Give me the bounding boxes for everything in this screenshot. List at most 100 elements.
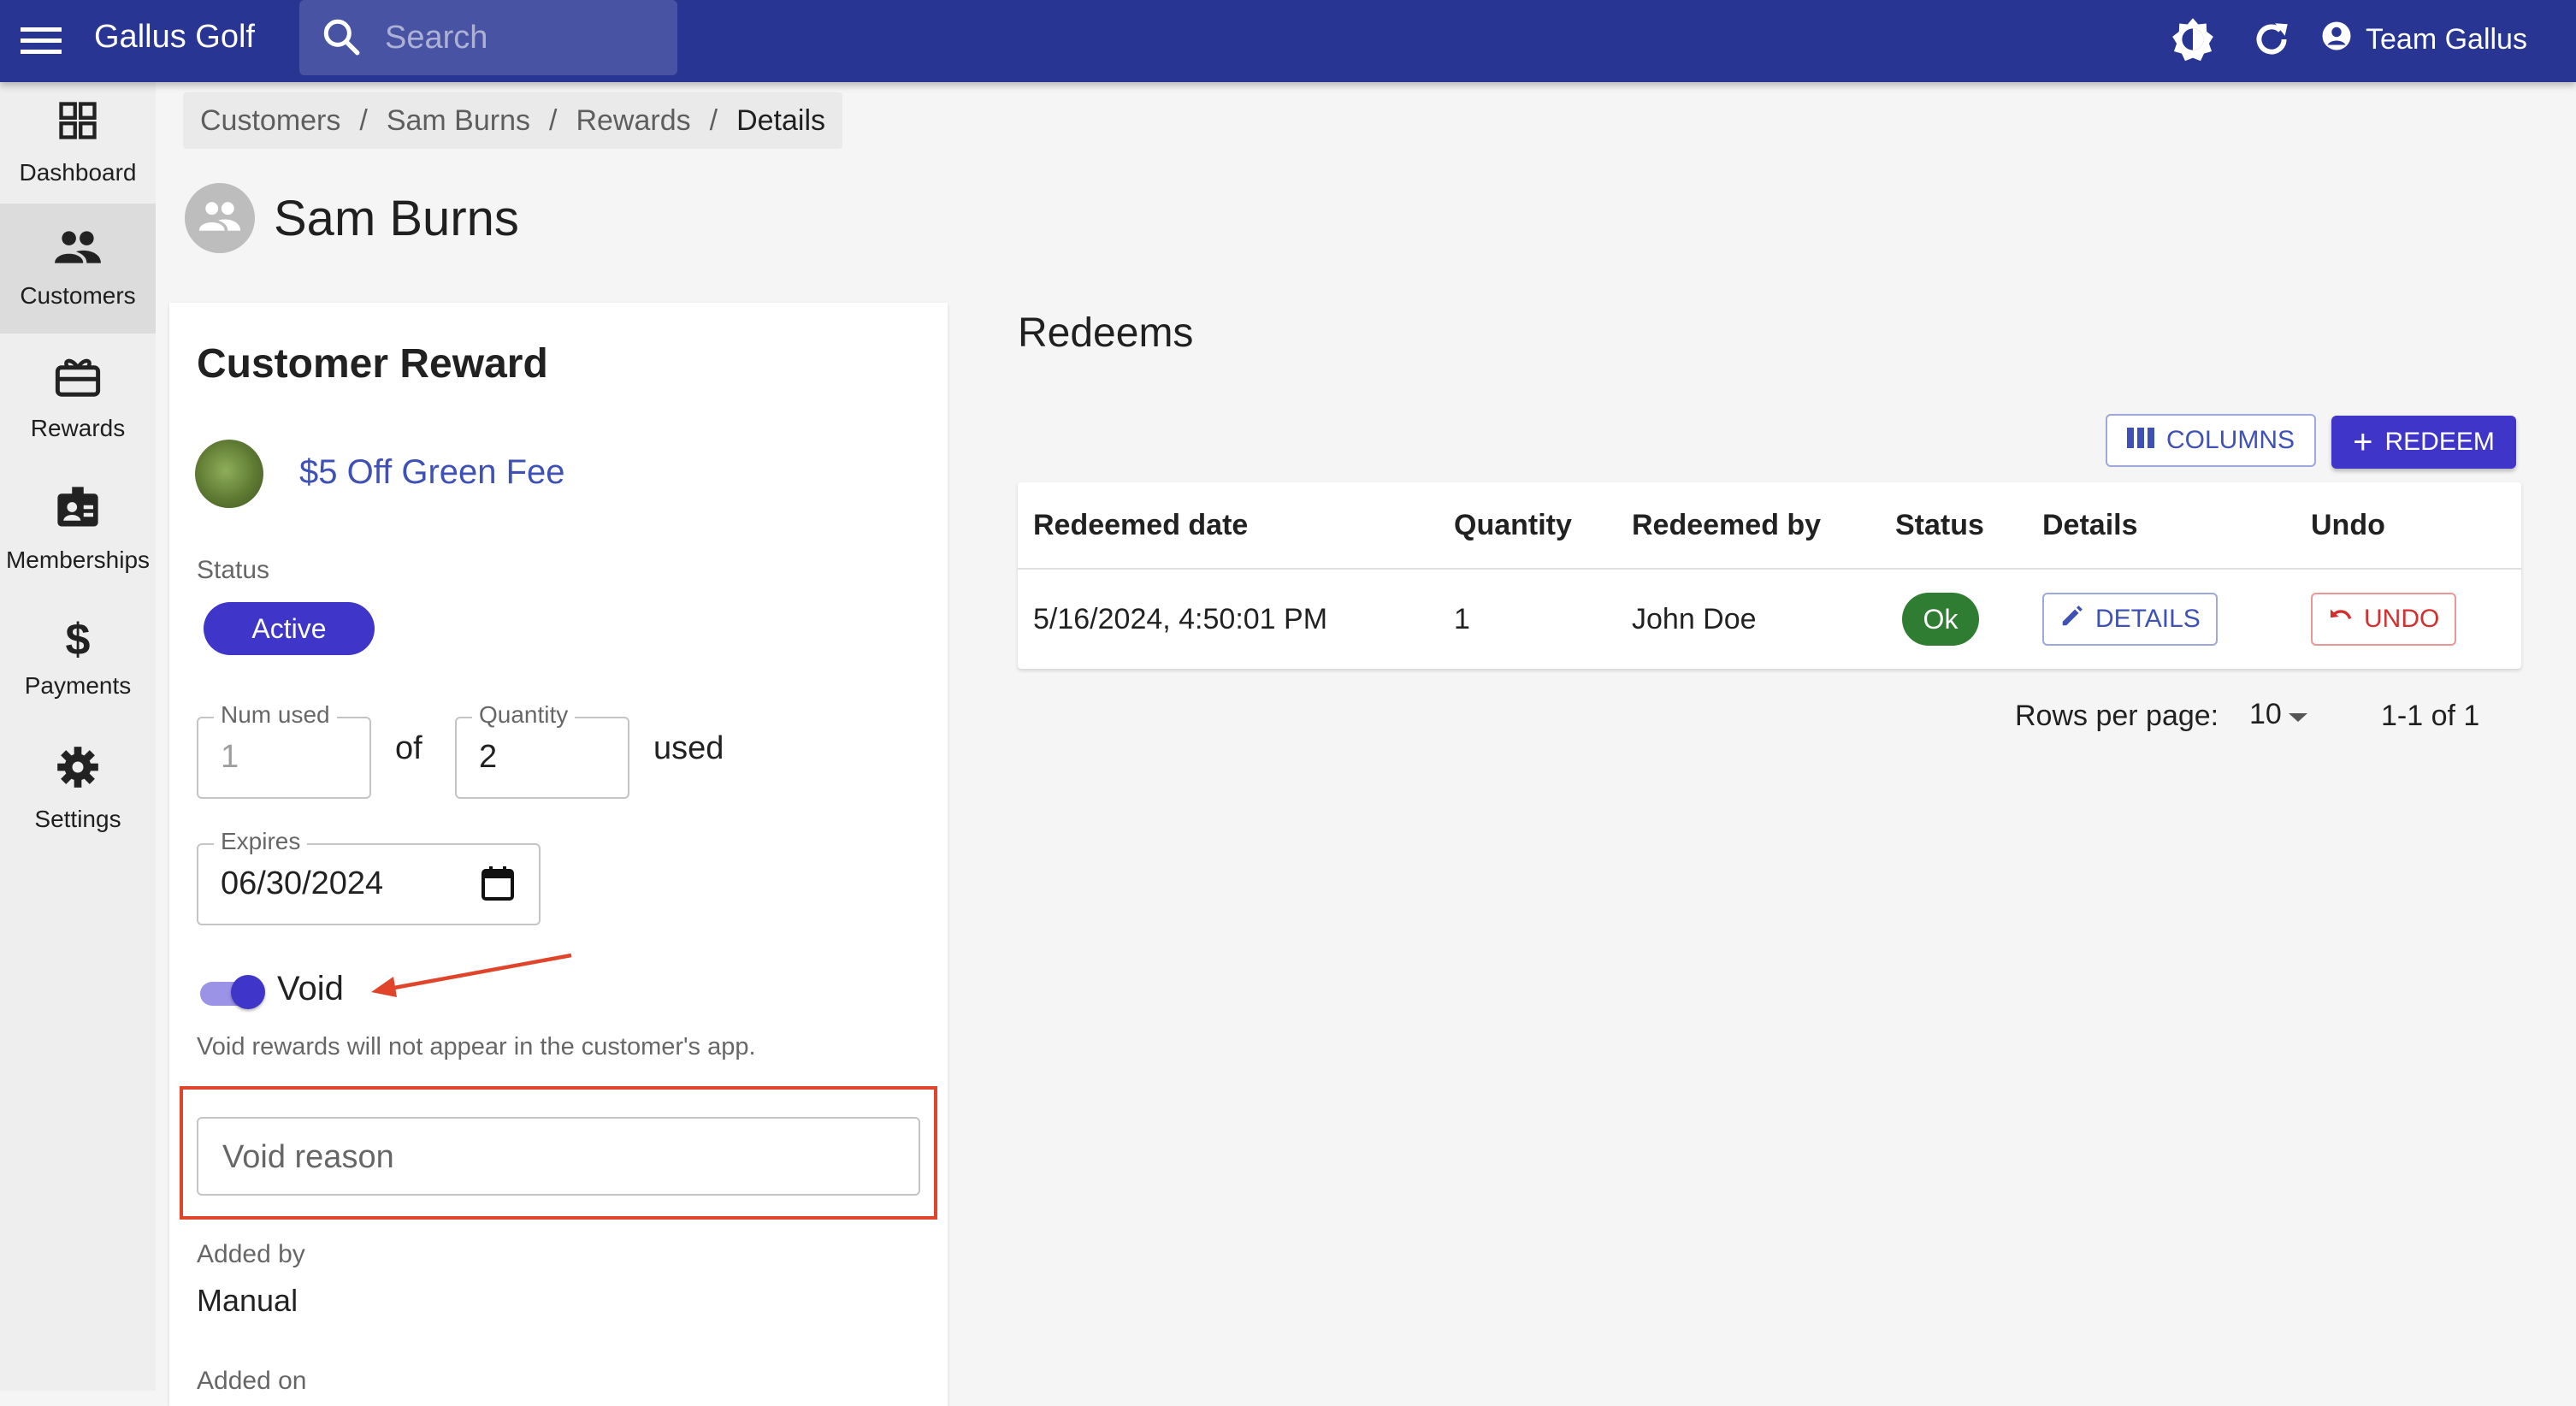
reward-image xyxy=(195,440,263,508)
chevron-down-icon xyxy=(2287,698,2309,731)
gift-card-icon xyxy=(55,356,101,405)
cell-details: DETAILS xyxy=(2042,570,2218,669)
void-toggle-thumb xyxy=(231,975,265,1009)
calendar-icon[interactable] xyxy=(481,865,515,906)
void-label: Void xyxy=(277,970,344,1007)
sidebar: Dashboard Customers Rewards Memberships … xyxy=(0,82,156,1391)
pencil-icon xyxy=(2059,603,2085,635)
columns-icon xyxy=(2126,426,2154,455)
sidebar-item-label: Rewards xyxy=(30,414,126,441)
search-input[interactable] xyxy=(383,15,660,60)
sidebar-item-label: Customers xyxy=(20,281,136,309)
rows-per-page-value: 10 xyxy=(2249,698,2282,730)
rows-per-page-select[interactable]: 10 xyxy=(2249,698,2309,731)
cell-status: Ok xyxy=(1902,570,1979,669)
breadcrumb-link-customers[interactable]: Customers xyxy=(200,104,340,138)
breadcrumb-link-customer[interactable]: Sam Burns xyxy=(387,104,530,138)
dollar-icon: $ xyxy=(65,615,91,665)
columns-button-label: COLUMNS xyxy=(2165,426,2295,454)
column-header-undo[interactable]: Undo xyxy=(2311,482,2385,568)
expires-value[interactable]: 06/30/2024 xyxy=(221,865,383,902)
column-header-status[interactable]: Status xyxy=(1895,482,1984,568)
refresh-icon[interactable] xyxy=(2248,15,2295,63)
breadcrumb-link-rewards[interactable]: Rewards xyxy=(576,104,690,138)
quantity-label: Quantity xyxy=(472,701,576,729)
columns-button[interactable]: COLUMNS xyxy=(2106,414,2316,467)
user-name: Team Gallus xyxy=(2366,22,2527,56)
quantity-field[interactable]: Quantity 2 xyxy=(455,701,629,799)
undo-button[interactable]: UNDO xyxy=(2311,593,2457,646)
redeem-button-label: REDEEM xyxy=(2384,428,2495,456)
quantity-value[interactable]: 2 xyxy=(479,739,497,776)
user-menu[interactable]: Team Gallus xyxy=(2321,15,2527,63)
added-by-value: Manual xyxy=(197,1283,298,1318)
app-bar: Gallus Golf Team Gallus xyxy=(0,0,2576,82)
sidebar-item-customers[interactable]: Customers xyxy=(0,204,156,334)
search-icon xyxy=(320,15,363,62)
status-chip[interactable]: Active xyxy=(204,602,375,655)
gear-icon xyxy=(56,745,100,795)
account-icon xyxy=(2321,21,2352,59)
sidebar-item-dashboard[interactable]: Dashboard xyxy=(0,82,156,202)
details-button[interactable]: DETAILS xyxy=(2042,593,2218,646)
num-used-label: Num used xyxy=(214,701,337,729)
rows-per-page-label: Rows per page: xyxy=(2015,700,2219,732)
cell-undo: UNDO xyxy=(2311,570,2457,669)
sidebar-item-settings[interactable]: Settings xyxy=(0,724,156,854)
annotation-arrow xyxy=(371,953,572,997)
void-reason-input[interactable] xyxy=(221,1136,891,1179)
void-helper-text: Void rewards will not appear in the cust… xyxy=(197,1033,756,1060)
num-used-field: Num used 1 xyxy=(197,701,371,799)
sidebar-item-label: Memberships xyxy=(5,546,151,573)
undo-icon xyxy=(2328,605,2354,634)
sidebar-item-label: Dashboard xyxy=(19,158,137,186)
theme-toggle-icon[interactable] xyxy=(2169,15,2217,63)
details-button-label: DETAILS xyxy=(2095,605,2201,633)
sidebar-item-label: Payments xyxy=(24,672,132,699)
menu-icon[interactable] xyxy=(19,19,63,63)
people-icon xyxy=(198,199,242,238)
cell-redeemed-by: John Doe xyxy=(1632,602,1757,635)
column-header-quantity[interactable]: Quantity xyxy=(1454,482,1572,568)
column-header-details[interactable]: Details xyxy=(2042,482,2138,568)
breadcrumb-current: Details xyxy=(736,103,826,137)
void-toggle[interactable] xyxy=(197,972,265,1009)
pagination-range: 1-1 of 1 xyxy=(2381,700,2480,732)
avatar xyxy=(185,183,255,253)
sidebar-item-payments[interactable]: $ Payments xyxy=(0,594,156,724)
page-title: Sam Burns xyxy=(274,190,519,246)
sidebar-item-rewards[interactable]: Rewards xyxy=(0,334,156,464)
customer-reward-card: Customer Reward $5 Off Green Fee Status … xyxy=(169,303,948,1406)
column-header-redeemed-by[interactable]: Redeemed by xyxy=(1632,482,1821,568)
reward-link[interactable]: $5 Off Green Fee xyxy=(299,453,565,492)
breadcrumb: Customers / Sam Burns / Rewards / Detail… xyxy=(183,92,843,149)
redeem-button[interactable]: + REDEEM xyxy=(2331,416,2516,469)
breadcrumb-separator: / xyxy=(359,103,368,137)
card-title: Customer Reward xyxy=(197,341,548,387)
redeems-title: Redeems xyxy=(1018,310,1194,356)
badge-icon xyxy=(55,484,101,536)
num-used-value: 1 xyxy=(221,739,239,775)
column-header-redeemed-date[interactable]: Redeemed date xyxy=(1033,482,1248,568)
breadcrumb-separator: / xyxy=(709,103,718,137)
status-chip: Ok xyxy=(1902,593,1979,646)
added-on-label: Added on xyxy=(197,1367,307,1395)
expires-field[interactable]: Expires 06/30/2024 xyxy=(197,828,541,925)
void-reason-field[interactable] xyxy=(197,1117,920,1196)
plus-icon: + xyxy=(2353,423,2373,461)
cell-redeemed-date: 5/16/2024, 4:50:01 PM xyxy=(1033,602,1328,635)
status-label: Status xyxy=(197,556,270,584)
dashboard-icon xyxy=(56,98,100,149)
sidebar-item-label: Settings xyxy=(34,805,121,832)
added-by-label: Added by xyxy=(197,1240,305,1268)
cell-quantity: 1 xyxy=(1454,602,1470,635)
search-box[interactable] xyxy=(299,0,677,75)
expires-label: Expires xyxy=(214,828,308,855)
undo-button-label: UNDO xyxy=(2364,605,2440,633)
page-heading: Sam Burns xyxy=(185,183,519,253)
sidebar-item-memberships[interactable]: Memberships xyxy=(0,464,156,594)
used-text: used xyxy=(653,730,724,766)
people-icon xyxy=(53,228,103,272)
app-title: Gallus Golf xyxy=(94,19,255,55)
redeems-table: Redeemed date Quantity Redeemed by Statu… xyxy=(1018,482,2521,669)
